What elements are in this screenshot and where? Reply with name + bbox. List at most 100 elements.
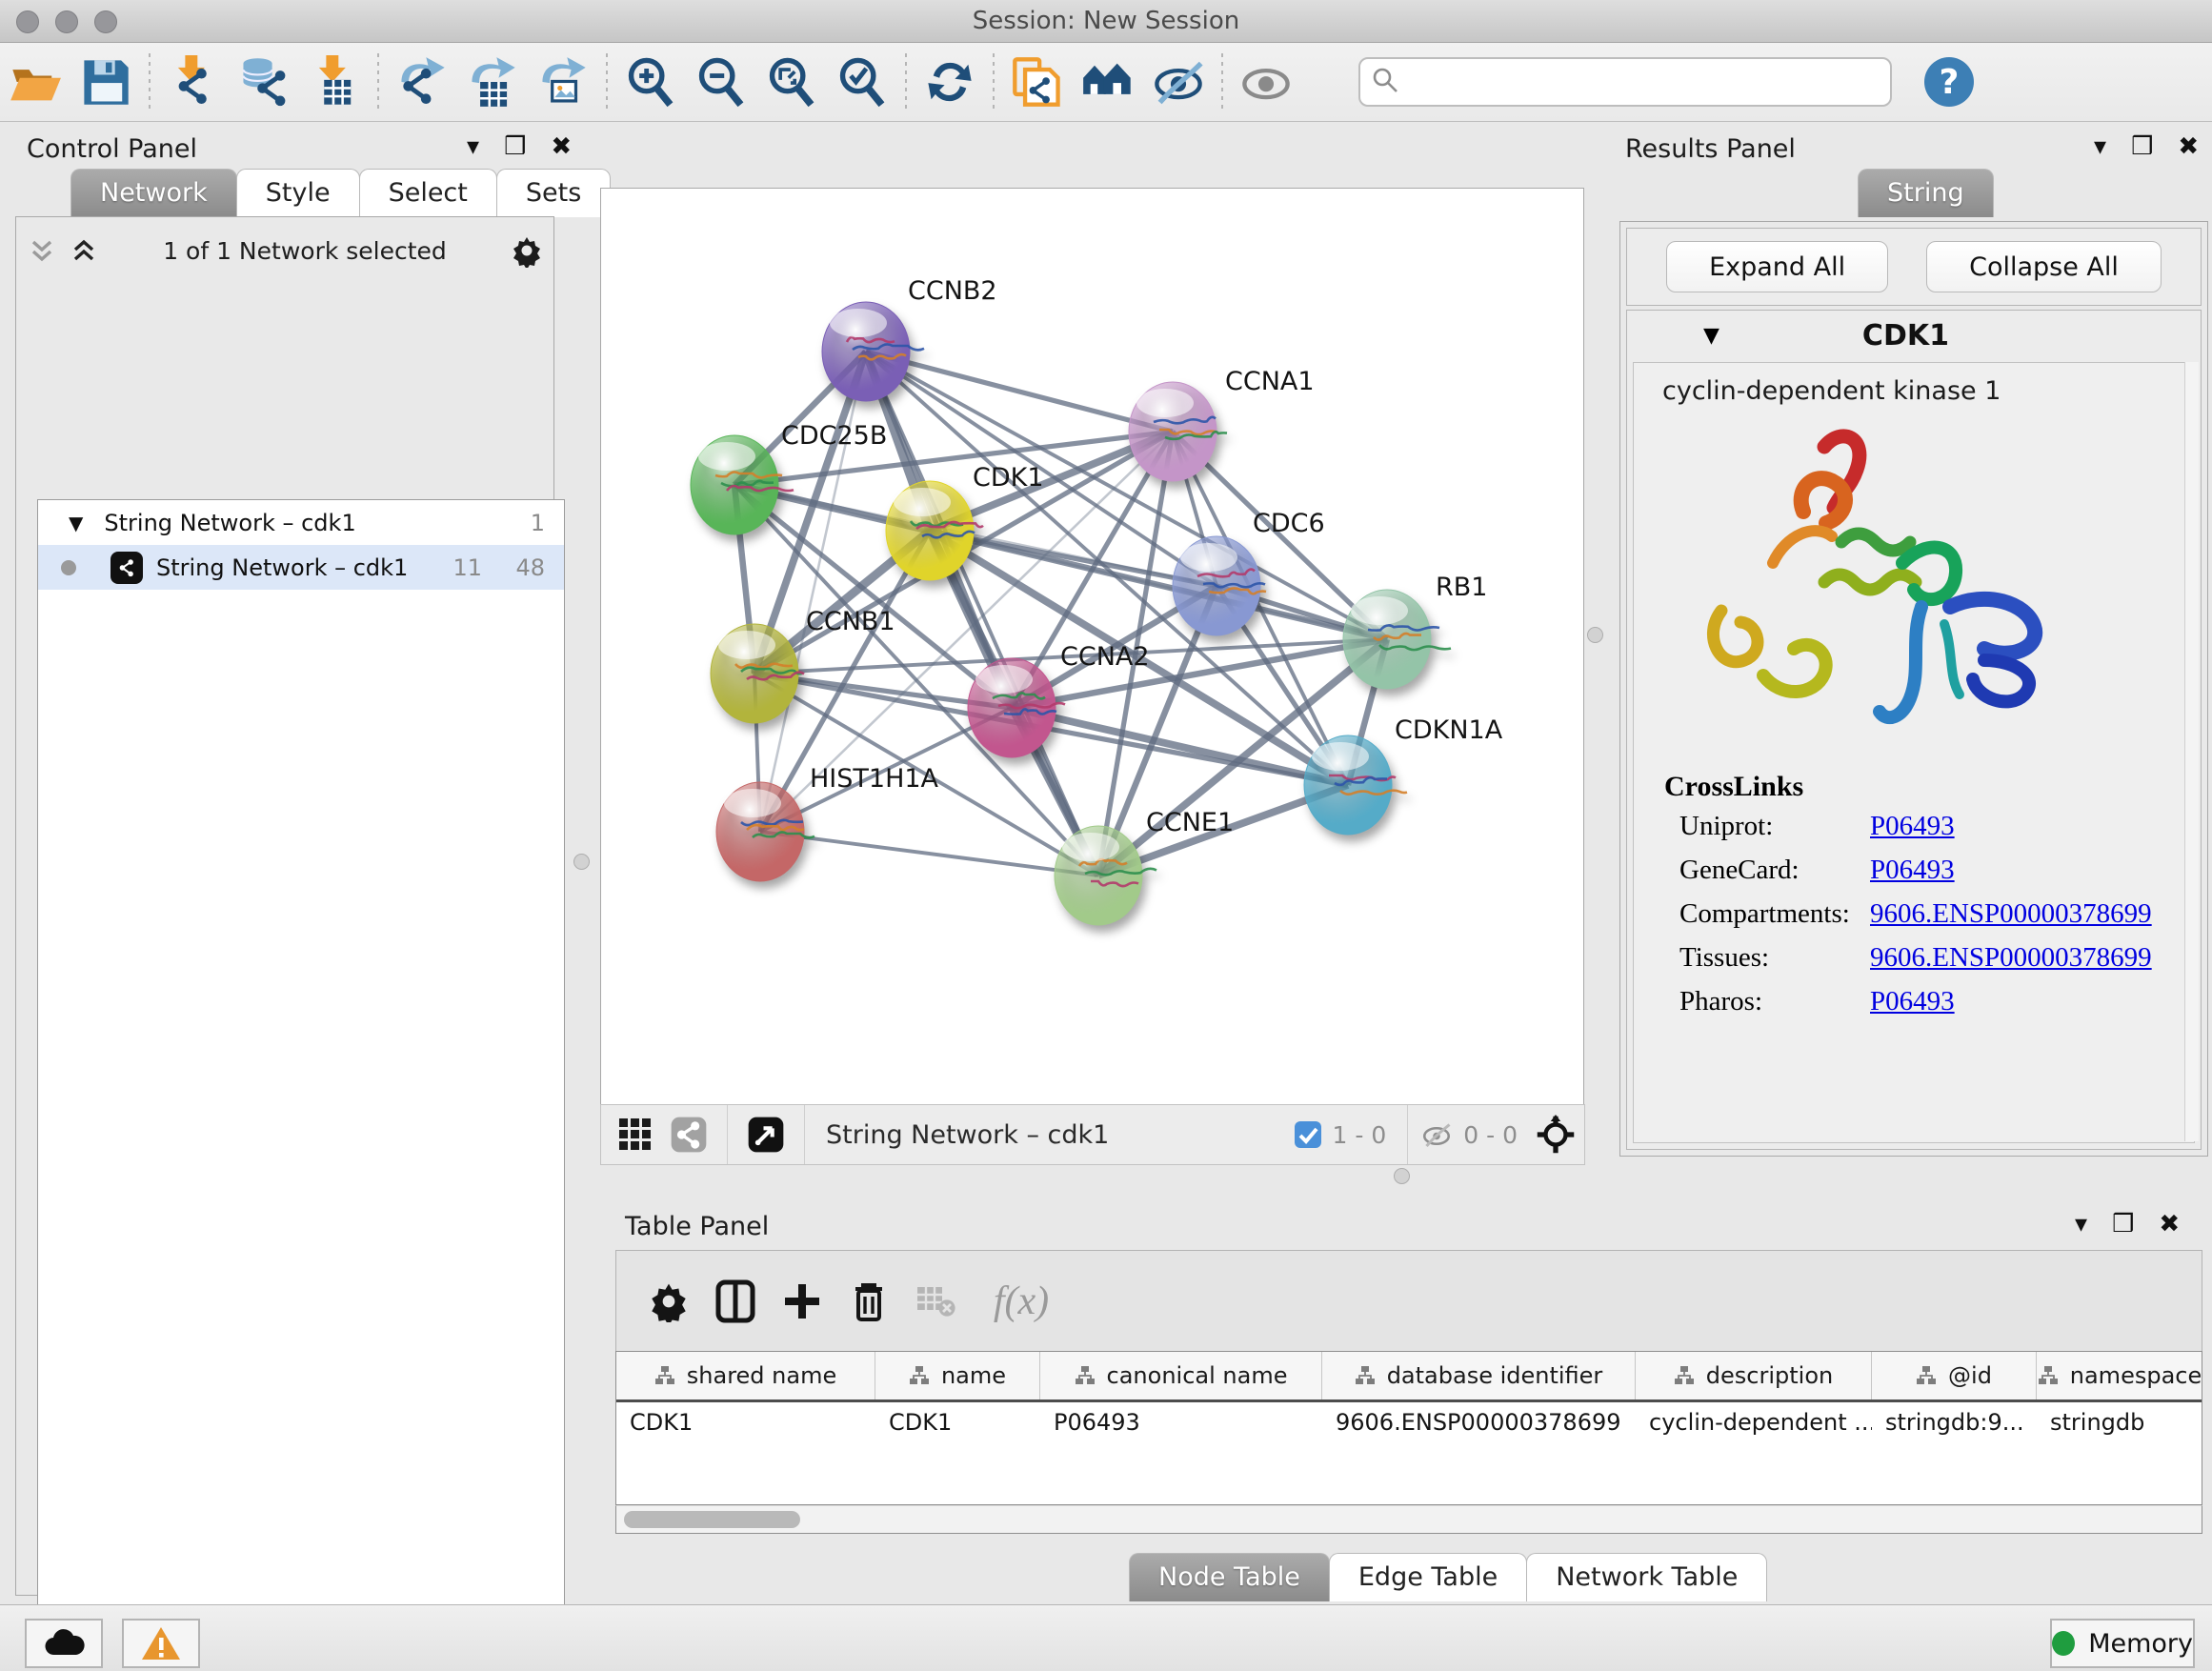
column-type-icon — [909, 1365, 930, 1386]
table-cell: 9606.ENSP00000378699 — [1322, 1402, 1636, 1442]
float-window-icon[interactable]: ❒ — [504, 134, 526, 159]
duplicate-network-icon[interactable] — [1002, 50, 1073, 113]
toolbar-separator — [606, 53, 608, 111]
zoom-out-icon[interactable] — [686, 50, 756, 113]
table-cell: CDK1 — [616, 1402, 875, 1442]
node-CDK1[interactable] — [886, 481, 983, 580]
import-network-file-icon[interactable] — [158, 50, 229, 113]
close-panel-icon[interactable]: ✖ — [2159, 1212, 2180, 1237]
network-selected-status: 1 of 1 Network selected — [100, 237, 510, 265]
table-gear-icon[interactable] — [635, 1268, 702, 1335]
open-session-icon[interactable] — [0, 50, 70, 113]
memory-button[interactable]: Memory — [2050, 1619, 2195, 1668]
results-scrollbar[interactable] — [2184, 362, 2199, 1141]
birdseye-view-icon[interactable] — [739, 1101, 793, 1168]
delete-column-icon[interactable] — [835, 1268, 902, 1335]
tab-string[interactable]: String — [1858, 169, 1994, 217]
column-header-database-identifier[interactable]: database identifier — [1322, 1352, 1636, 1399]
crosslink-link[interactable]: P06493 — [1870, 855, 1955, 886]
gear-icon[interactable] — [510, 233, 544, 268]
node-count: 11 — [452, 554, 482, 581]
houses-icon[interactable] — [1073, 50, 1143, 113]
crosslink-link[interactable]: P06493 — [1870, 811, 1955, 842]
column-header-canonical-name[interactable]: canonical name — [1040, 1352, 1322, 1399]
network-collection-row[interactable]: ▼ String Network – cdk1 1 — [38, 500, 564, 545]
show-columns-icon[interactable] — [702, 1268, 769, 1335]
control-panel-title: Control Panel — [27, 134, 197, 164]
tab-network[interactable]: Network — [70, 169, 237, 217]
refresh-icon[interactable] — [915, 50, 985, 113]
node-CCNB2[interactable] — [822, 302, 924, 401]
crosslink-label: Pharos: — [1679, 986, 1870, 1017]
memory-status-dot — [2052, 1631, 2075, 1656]
float-menu-icon[interactable]: ▾ — [467, 134, 479, 159]
node-HIST1H1A[interactable] — [716, 782, 814, 881]
tree-expander-icon[interactable]: ▼ — [69, 512, 83, 534]
import-network-database-icon[interactable] — [229, 50, 299, 113]
column-header-description[interactable]: description — [1636, 1352, 1872, 1399]
fit-selected-crosshair-icon[interactable] — [1527, 1101, 1584, 1168]
close-panel-icon[interactable]: ✖ — [551, 134, 572, 159]
network-canvas[interactable]: CCNB2 CCNA1 CDC25B CDK1 CDC6 RB1 — [600, 188, 1584, 1105]
tab-style[interactable]: Style — [236, 169, 360, 217]
float-window-icon[interactable]: ❒ — [2131, 134, 2153, 159]
expand-all-icon[interactable] — [68, 234, 100, 267]
node-CCNA2[interactable] — [968, 658, 1065, 757]
table-hscrollbar[interactable] — [615, 1505, 2202, 1534]
float-window-icon[interactable]: ❒ — [2112, 1212, 2134, 1237]
results-tabs: String — [1858, 169, 1993, 217]
zoom-in-icon[interactable] — [615, 50, 686, 113]
tab-select[interactable]: Select — [359, 169, 497, 217]
node-label-CCNB2: CCNB2 — [908, 276, 997, 306]
expand-all-button[interactable]: Expand All — [1666, 241, 1888, 292]
tab-edge-table[interactable]: Edge Table — [1329, 1553, 1527, 1601]
column-header-name[interactable]: name — [875, 1352, 1040, 1399]
string-network-graph[interactable]: CCNB2 CCNA1 CDC25B CDK1 CDC6 RB1 — [601, 189, 1583, 1104]
node-CCNA1[interactable] — [1129, 382, 1227, 481]
column-header-namespace[interactable]: namespace — [2037, 1352, 2202, 1399]
create-column-icon[interactable] — [769, 1268, 835, 1335]
function-builder-icon: f(x) — [969, 1268, 1074, 1335]
grid-view-icon[interactable] — [609, 1101, 662, 1168]
selected-checkbox-icon[interactable] — [1293, 1119, 1323, 1150]
collapse-all-button[interactable]: Collapse All — [1926, 241, 2162, 292]
protein-expander-icon[interactable]: ▼ — [1703, 324, 1719, 348]
column-header-@id[interactable]: @id — [1872, 1352, 2037, 1399]
right-splitter-handle[interactable] — [1587, 627, 1603, 643]
table-hscrollbar-thumb[interactable] — [624, 1511, 800, 1528]
node-CCNB1[interactable] — [711, 624, 804, 723]
crosslink-link[interactable]: 9606.ENSP00000378699 — [1870, 942, 2152, 974]
node-RB1[interactable] — [1343, 590, 1451, 689]
help-button[interactable]: ? — [1924, 57, 1974, 107]
float-menu-icon[interactable]: ▾ — [2075, 1212, 2087, 1237]
node-CDC6[interactable] — [1173, 536, 1266, 635]
save-session-icon[interactable] — [70, 50, 141, 113]
close-panel-icon[interactable]: ✖ — [2178, 134, 2199, 159]
network-share-icon[interactable] — [662, 1101, 715, 1168]
export-image-icon[interactable] — [528, 50, 598, 113]
cloud-status-button[interactable] — [25, 1619, 103, 1668]
column-header-shared-name[interactable]: shared name — [616, 1352, 875, 1399]
table-header-row: shared name name canonical name database… — [616, 1352, 2202, 1402]
export-network-icon[interactable] — [387, 50, 457, 113]
control-panel-tabs: NetworkStyleSelectSets — [70, 169, 610, 217]
tab-sets[interactable]: Sets — [496, 169, 611, 217]
table-row[interactable]: CDK1CDK1P064939606.ENSP00000378699cyclin… — [616, 1402, 2202, 1442]
search-input[interactable] — [1358, 57, 1892, 107]
export-table-icon[interactable] — [457, 50, 528, 113]
collapse-all-icon[interactable] — [26, 234, 58, 267]
crosslink-link[interactable]: P06493 — [1870, 986, 1955, 1017]
zoom-selected-icon[interactable] — [827, 50, 897, 113]
network-row-selected[interactable]: String Network – cdk1 11 48 — [38, 545, 564, 590]
float-menu-icon[interactable]: ▾ — [2094, 134, 2106, 159]
tab-node-table[interactable]: Node Table — [1129, 1553, 1330, 1601]
warning-status-button[interactable] — [122, 1619, 200, 1668]
crosslink-link[interactable]: 9606.ENSP00000378699 — [1870, 898, 2152, 930]
tab-network-table[interactable]: Network Table — [1526, 1553, 1767, 1601]
node-CDKN1A[interactable] — [1304, 735, 1407, 835]
node-table[interactable]: shared name name canonical name database… — [615, 1351, 2202, 1505]
left-splitter-handle[interactable] — [573, 854, 590, 870]
zoom-fit-icon[interactable] — [756, 50, 827, 113]
eye-slash-icon[interactable] — [1143, 50, 1214, 113]
import-table-file-icon[interactable] — [299, 50, 370, 113]
